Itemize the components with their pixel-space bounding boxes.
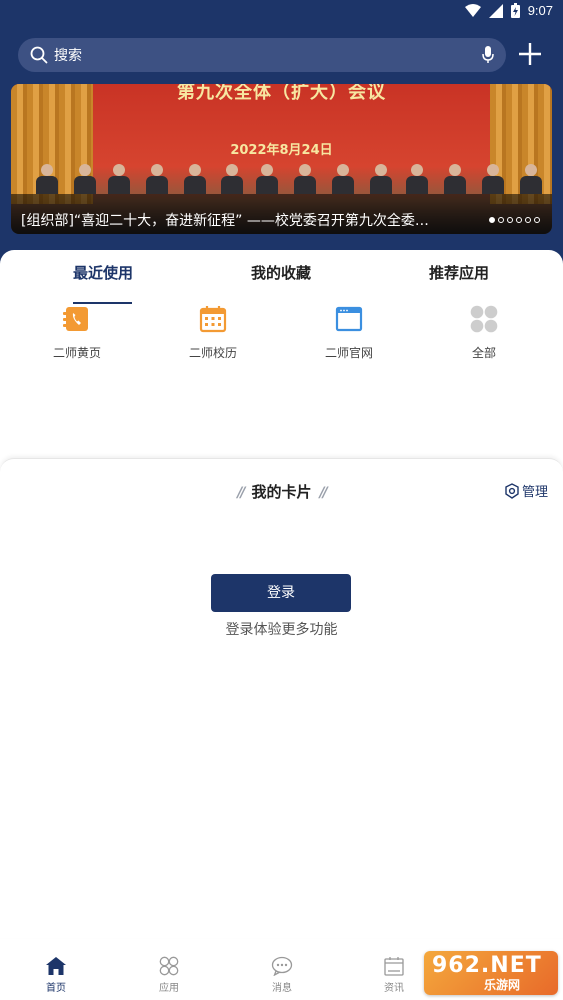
banner-carousel[interactable]: 第九次全体（扩大）会议 2022年8月24日 [组织部]“喜迎二十大，奋进新征程… xyxy=(11,84,552,234)
banner-person xyxy=(294,164,316,194)
carousel-indicator xyxy=(489,217,540,223)
app-label: 二师黄页 xyxy=(52,346,101,360)
nav-apps[interactable]: 应用 xyxy=(139,956,199,994)
app-label: 二师官网 xyxy=(324,346,373,360)
title-decoration-right: // xyxy=(319,485,328,501)
add-button[interactable] xyxy=(515,39,545,69)
app-tabs: 最近使用 我的收藏 推荐应用 xyxy=(0,262,563,304)
carousel-dot[interactable] xyxy=(489,217,495,223)
app-calendar[interactable]: 二师校历 xyxy=(168,304,258,361)
banner-person xyxy=(184,164,206,194)
banner-person xyxy=(146,164,168,194)
banner-person xyxy=(520,164,542,194)
search-input[interactable]: 搜索 xyxy=(18,38,506,72)
banner-person xyxy=(256,164,278,194)
nav-label: 消息 xyxy=(272,983,292,994)
app-label: 二师校历 xyxy=(188,346,237,360)
settings-icon xyxy=(505,482,519,499)
signal-icon xyxy=(488,3,503,18)
watermark-brand: 962.NET xyxy=(432,953,542,978)
banner-person xyxy=(482,164,504,194)
nav-home[interactable]: 首页 xyxy=(26,956,86,994)
banner-person xyxy=(370,164,392,194)
status-time: 9:07 xyxy=(527,3,553,18)
home-icon xyxy=(46,957,66,975)
search-placeholder: 搜索 xyxy=(54,48,82,64)
card-title-row: // 我的卡片 // xyxy=(0,481,563,502)
app-all[interactable]: 全部 xyxy=(439,304,529,361)
carousel-dot[interactable] xyxy=(516,217,522,223)
nav-label: 首页 xyxy=(46,983,66,994)
app-phonebook[interactable]: 二师黄页 xyxy=(32,304,122,361)
banner-person xyxy=(74,164,96,194)
login-hint: 登录体验更多功能 xyxy=(225,622,338,638)
banner-image-date: 2022年8月24日 xyxy=(230,143,333,158)
title-decoration-left: // xyxy=(237,485,245,501)
message-icon xyxy=(271,956,293,976)
status-bar: 9:07 xyxy=(0,0,563,24)
carousel-dot[interactable] xyxy=(507,217,513,223)
banner-person xyxy=(108,164,130,194)
carousel-dot[interactable] xyxy=(498,217,504,223)
banner-person xyxy=(36,164,58,194)
search-row: 搜索 xyxy=(18,38,545,72)
browser-window-icon xyxy=(335,306,363,332)
nav-news[interactable]: 资讯 xyxy=(364,956,424,994)
tab-recent[interactable]: 最近使用 xyxy=(73,262,133,283)
banner-person xyxy=(221,164,243,194)
tab-favorites[interactable]: 我的收藏 xyxy=(251,262,311,283)
manage-label: 管理 xyxy=(521,485,548,500)
calendar-icon xyxy=(199,306,227,333)
battery-icon xyxy=(510,3,520,18)
nav-label: 资讯 xyxy=(384,983,404,994)
news-icon xyxy=(384,957,404,976)
banner-person xyxy=(406,164,428,194)
carousel-dot[interactable] xyxy=(525,217,531,223)
banner-person xyxy=(332,164,354,194)
apps-panel: 最近使用 我的收藏 推荐应用 二师黄页 二师校历 二师官网 全部 xyxy=(0,250,563,460)
manage-button[interactable]: 管理 xyxy=(504,481,548,500)
tab-recommended[interactable]: 推荐应用 xyxy=(429,262,489,283)
banner-caption: [组织部]“喜迎二十大，奋进新征程” ——校党委召开第九次全委… xyxy=(21,213,429,229)
watermark-subtitle: 乐游网 xyxy=(484,978,521,992)
wifi-icon xyxy=(464,3,481,17)
card-title: 我的卡片 xyxy=(251,483,312,501)
search-icon xyxy=(30,46,48,64)
nav-label: 应用 xyxy=(159,983,179,994)
nav-messages[interactable]: 消息 xyxy=(252,956,312,994)
banner-image-title: 第九次全体（扩大）会议 xyxy=(177,84,386,103)
banner-person xyxy=(444,164,466,194)
grid-icon xyxy=(470,305,498,333)
carousel-dot[interactable] xyxy=(534,217,540,223)
microphone-icon[interactable] xyxy=(482,46,494,64)
login-button[interactable]: 登录 xyxy=(211,574,351,612)
phonebook-icon xyxy=(63,307,88,331)
card-section: // 我的卡片 // 管理 登录 登录体验更多功能 xyxy=(0,458,563,938)
app-label: 全部 xyxy=(471,346,496,360)
watermark-logo: 962.NET 乐游网 xyxy=(424,951,558,995)
app-website[interactable]: 二师官网 xyxy=(304,304,394,361)
apps-icon xyxy=(159,956,179,976)
